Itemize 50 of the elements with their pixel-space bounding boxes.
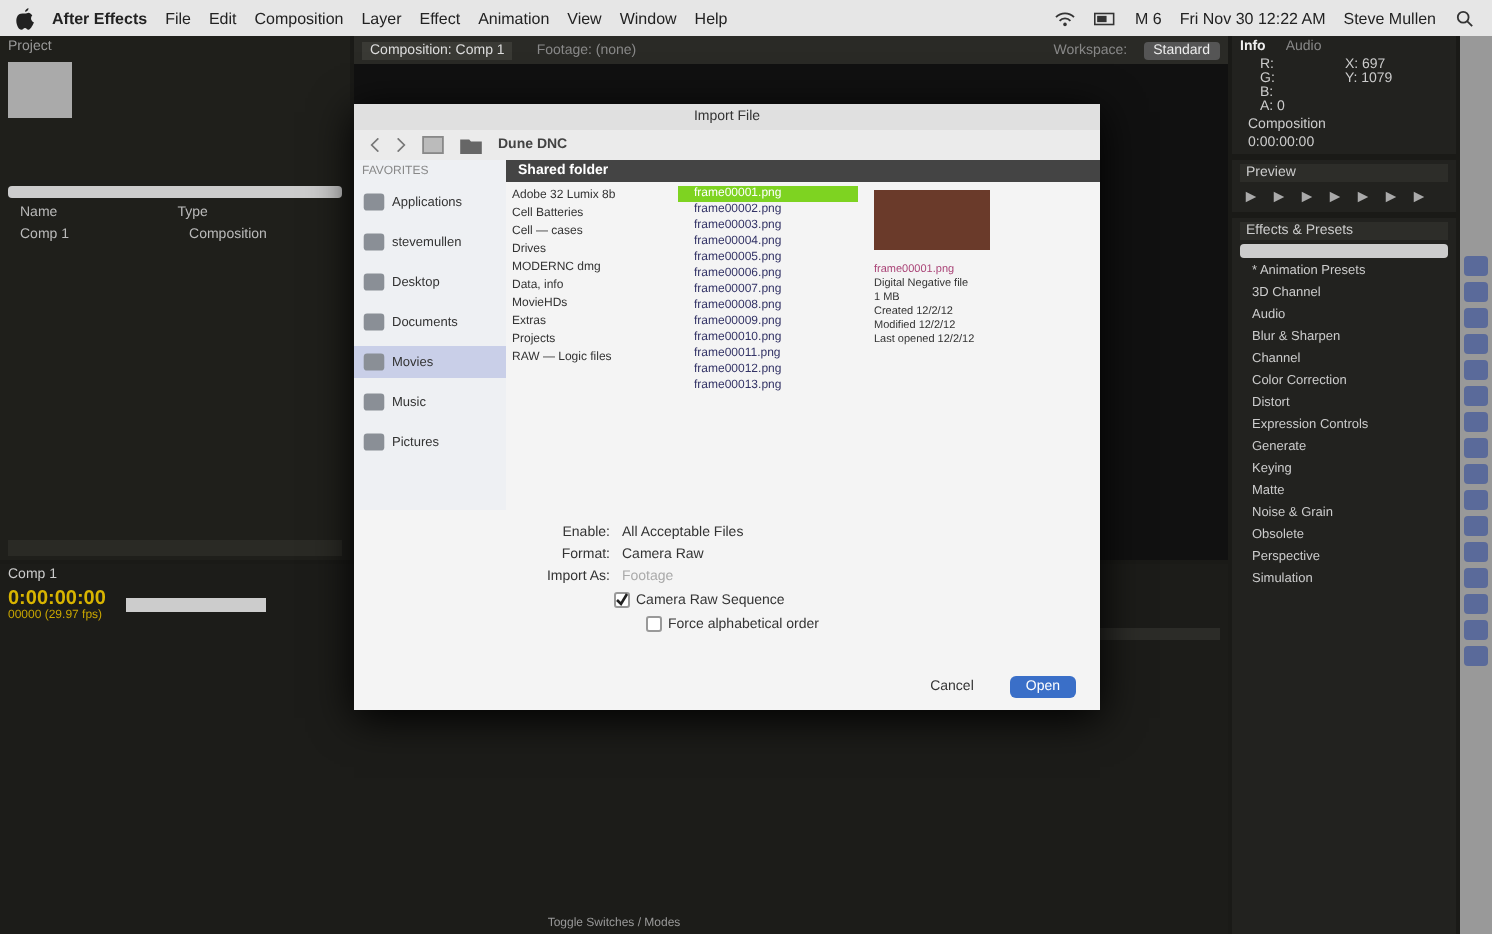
column-view-icon[interactable] bbox=[422, 136, 444, 154]
menu-item[interactable]: Edit bbox=[208, 9, 237, 27]
search-icon[interactable] bbox=[1454, 9, 1476, 27]
dock-app-icon[interactable] bbox=[1464, 542, 1488, 562]
dock-app-icon[interactable] bbox=[1464, 386, 1488, 406]
menu-status-text: Steve Mullen bbox=[1343, 9, 1436, 27]
folder-icon[interactable] bbox=[460, 136, 482, 154]
apple-logo-icon[interactable] bbox=[16, 7, 34, 29]
sidebar-location-icon bbox=[362, 190, 386, 214]
dock-app-icon[interactable] bbox=[1464, 490, 1488, 510]
battery-icon[interactable] bbox=[1094, 9, 1117, 27]
checkbox[interactable] bbox=[646, 616, 662, 632]
dock-app-icon[interactable] bbox=[1464, 308, 1488, 328]
dock-app-icon[interactable] bbox=[1464, 464, 1488, 484]
dock-app-icon[interactable] bbox=[1464, 412, 1488, 432]
menu-item[interactable]: File bbox=[165, 9, 191, 27]
menu-status-text: M 6 bbox=[1134, 9, 1162, 27]
timecode: 0:00:00:00 bbox=[8, 588, 106, 610]
sidebar-location-icon bbox=[362, 310, 386, 334]
sidebar-location-icon bbox=[362, 390, 386, 414]
dock-app-icon[interactable] bbox=[1464, 620, 1488, 640]
dock-app-icon[interactable] bbox=[1464, 516, 1488, 536]
search-field[interactable] bbox=[1240, 244, 1448, 258]
checkbox[interactable] bbox=[614, 592, 630, 608]
dock-app-icon[interactable] bbox=[1464, 438, 1488, 458]
dock-app-icon[interactable] bbox=[1464, 256, 1488, 276]
dock-app-icon[interactable] bbox=[1464, 646, 1488, 666]
menu-item[interactable]: Help bbox=[694, 9, 728, 27]
menu-item[interactable]: After Effects bbox=[52, 9, 148, 27]
dock-app-icon[interactable] bbox=[1464, 360, 1488, 380]
menu-item[interactable]: Window bbox=[619, 9, 677, 27]
search-field[interactable] bbox=[125, 598, 266, 612]
menu-item[interactable]: Layer bbox=[361, 9, 402, 27]
sidebar-location-icon bbox=[362, 430, 386, 454]
menu-item[interactable]: Animation bbox=[478, 9, 550, 27]
sidebar-location-icon bbox=[362, 350, 386, 374]
dock-app-icon[interactable] bbox=[1464, 334, 1488, 354]
dock-app-icon[interactable] bbox=[1464, 568, 1488, 588]
menu-status-text: Fri Nov 30 12:22 AM bbox=[1179, 9, 1326, 27]
wifi-icon[interactable] bbox=[1054, 9, 1077, 27]
sidebar-location-icon bbox=[362, 230, 386, 254]
dock-app-icon[interactable] bbox=[1464, 594, 1488, 614]
sidebar-location-icon bbox=[362, 270, 386, 294]
menu-item[interactable]: Effect bbox=[419, 9, 461, 27]
menu-item[interactable]: View bbox=[567, 9, 602, 27]
dock-app-icon[interactable] bbox=[1464, 282, 1488, 302]
menu-item[interactable]: Composition bbox=[254, 9, 344, 27]
photo-placeholder bbox=[874, 190, 990, 250]
thumbnail-placeholder bbox=[8, 62, 72, 118]
search-field[interactable] bbox=[8, 186, 342, 198]
